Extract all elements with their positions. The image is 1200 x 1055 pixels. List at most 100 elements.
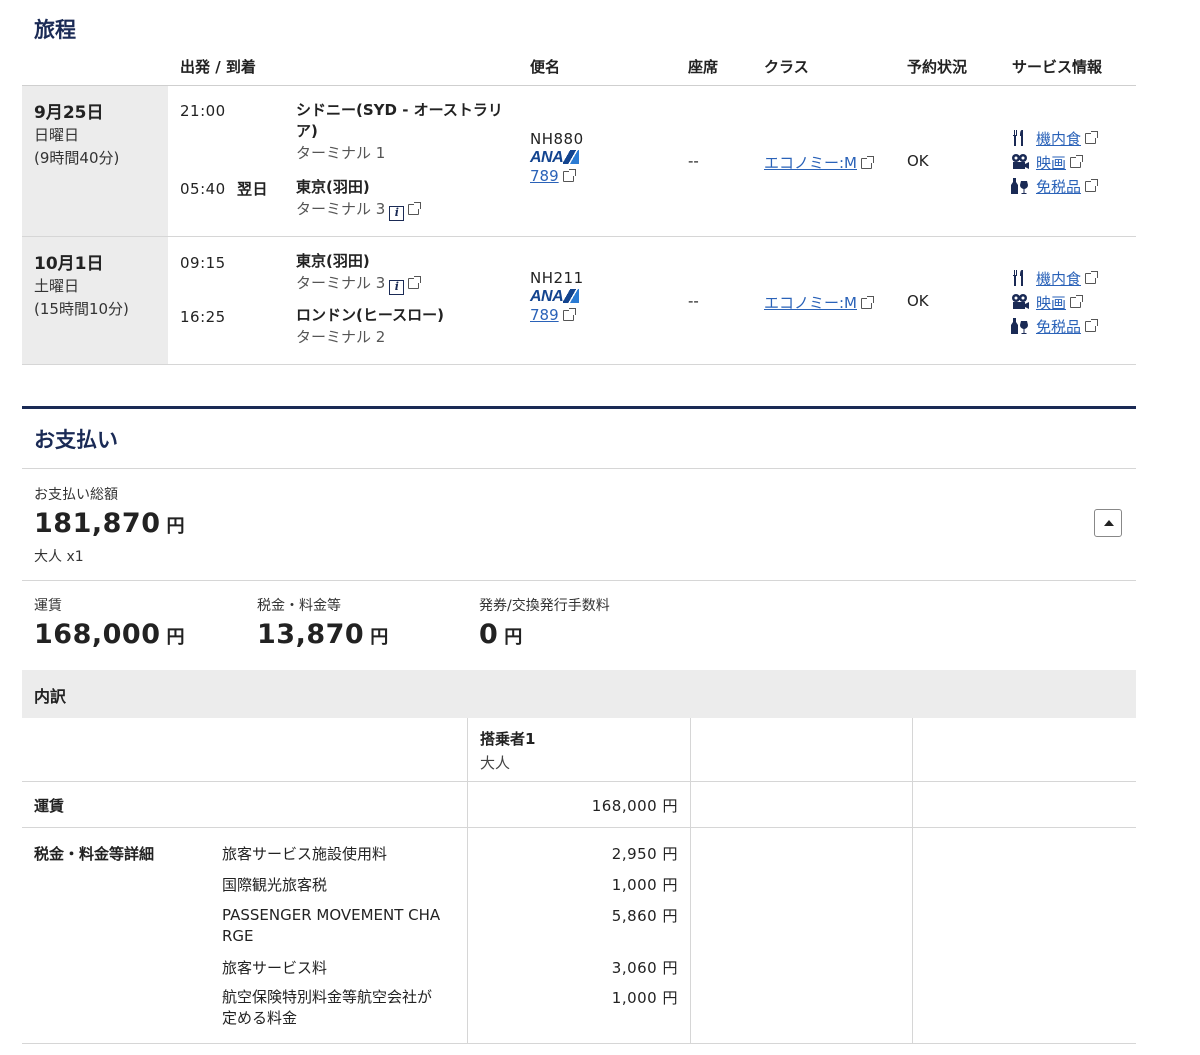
tax-row-label: 税金・料金等詳細 — [34, 845, 155, 863]
col-header-status: 予約状況 — [907, 58, 968, 76]
segment-duration: (9時間40分) — [34, 149, 120, 167]
arrival-time-row: 05:40 翌日 — [180, 178, 268, 199]
external-link-icon — [1085, 270, 1099, 284]
col-header-dep-arr: 出発 / 到着 — [180, 58, 256, 76]
movie-link[interactable]: 映画 — [1010, 150, 1096, 174]
tax-label: 税金・料金等 — [257, 598, 341, 614]
arrival-city: 東京(羽田) — [296, 178, 370, 196]
fare-amount: 168,000 円 — [34, 619, 185, 650]
tax-item-name: 国際観光旅客税 — [222, 876, 328, 894]
collapse-button[interactable] — [1094, 509, 1122, 537]
col-header-class: クラス — [764, 58, 809, 76]
fare-label: 運賃 — [34, 598, 62, 614]
external-link-icon — [861, 156, 874, 169]
col-header-flight: 便名 — [530, 58, 561, 76]
payment-title: お支払い — [34, 428, 118, 452]
departure-city: 東京(羽田) — [296, 252, 370, 270]
departure-terminal: ターミナル 3i — [296, 272, 422, 295]
tax-item-name: PASSENGER MOVEMENT CHA RGE — [222, 906, 441, 945]
external-link-icon — [562, 308, 576, 321]
fare-row-label: 運賃 — [34, 797, 65, 815]
arrival-time: 05:40 — [180, 180, 226, 198]
breakdown-title: 内訳 — [34, 687, 67, 706]
booking-status: OK — [907, 152, 929, 170]
movie-camera-icon — [1012, 294, 1029, 309]
movie-camera-icon — [1012, 154, 1029, 169]
departure-city: シドニー(SYD - オーストラリ ア) — [296, 101, 503, 140]
fee-label: 発券/交換発行手数料 — [479, 598, 610, 614]
total-amount: 181,870 円 — [34, 508, 185, 539]
departure-time: 09:15 — [180, 254, 226, 272]
payment-divider — [22, 406, 1136, 409]
external-link-icon — [408, 276, 422, 289]
fork-knife-icon — [1013, 270, 1023, 286]
arrival-city: ロンドン(ヒースロー) — [296, 306, 444, 324]
fee-amount: 0円 — [479, 619, 523, 650]
segment-date-cell: 10月1日 土曜日 (15時間10分) — [22, 237, 168, 364]
segment-duration: (15時間10分) — [34, 300, 129, 318]
booking-status: OK — [907, 292, 929, 310]
meal-link[interactable]: 機内食 — [1010, 266, 1099, 290]
segment-weekday: 日曜日 — [34, 126, 80, 144]
info-icon[interactable]: i — [389, 206, 405, 221]
passenger-type: 大人 — [480, 754, 511, 772]
passenger-label: 搭乗者1 — [480, 730, 536, 748]
col-header-service: サービス情報 — [1012, 58, 1103, 76]
tax-item-amount: 3,060 円 — [611, 959, 678, 977]
segment-date: 10月1日 — [34, 254, 104, 274]
duty-free-link[interactable]: 免税品 — [1010, 174, 1099, 198]
ana-logo: ANA — [530, 148, 584, 167]
col-divider — [912, 718, 913, 1044]
divider — [22, 827, 1136, 828]
aircraft-link[interactable]: 789 — [530, 306, 584, 324]
segment-date: 9月25日 — [34, 103, 104, 123]
external-link-icon — [562, 169, 576, 182]
duty-free-link[interactable]: 免税品 — [1010, 314, 1099, 338]
tax-item-amount: 1,000 円 — [611, 876, 678, 894]
duty-free-bottle-icon — [1011, 178, 1029, 194]
tax-item-name: 航空保険特別料金等航空会社が 定める料金 — [222, 988, 433, 1027]
aircraft-link[interactable]: 789 — [530, 167, 584, 185]
divider — [22, 468, 1136, 469]
col-divider — [467, 718, 468, 1044]
info-icon[interactable]: i — [389, 280, 405, 295]
tax-item-amount: 2,950 円 — [611, 845, 678, 863]
arrival-time: 16:25 — [180, 308, 226, 326]
divider — [22, 781, 1136, 782]
departure-terminal: ターミナル 1 — [296, 144, 386, 162]
class-link[interactable]: エコノミー:M — [764, 292, 874, 313]
meal-link[interactable]: 機内食 — [1010, 126, 1099, 150]
divider — [22, 1043, 1136, 1044]
segment-weekday: 土曜日 — [34, 277, 80, 295]
passenger-count: 大人 x1 — [34, 549, 84, 565]
movie-link[interactable]: 映画 — [1010, 290, 1096, 314]
flight-number: NH211 — [530, 269, 584, 287]
class-link[interactable]: エコノミー:M — [764, 152, 874, 173]
segment-date-cell: 9月25日 日曜日 (9時間40分) — [22, 86, 168, 236]
tax-item-amount: 5,860 円 — [611, 907, 678, 925]
next-day-label: 翌日 — [237, 180, 269, 198]
external-link-icon — [1085, 130, 1099, 144]
duty-free-bottle-icon — [1011, 318, 1029, 334]
col-divider — [690, 718, 691, 1044]
flight-number: NH880 — [530, 130, 584, 148]
flight-segment: 9月25日 日曜日 (9時間40分) 21:00 シドニー(SYD - オースト… — [22, 86, 1136, 237]
seat-value: -- — [688, 292, 699, 310]
fare-row-amount: 168,000 円 — [591, 797, 678, 815]
external-link-icon — [1070, 294, 1084, 308]
departure-time: 21:00 — [180, 102, 226, 120]
ana-logo: ANA — [530, 287, 584, 306]
tax-item-amount: 1,000 円 — [611, 989, 678, 1007]
divider — [22, 580, 1136, 581]
external-link-icon — [408, 202, 422, 215]
arrival-terminal: ターミナル 3i — [296, 198, 422, 221]
breakdown-header: 内訳 — [22, 670, 1136, 718]
external-link-icon — [861, 296, 874, 309]
fork-knife-icon — [1013, 130, 1023, 146]
total-label: お支払い総額 — [34, 487, 118, 503]
external-link-icon — [1085, 318, 1099, 332]
flight-segment: 10月1日 土曜日 (15時間10分) 09:15 東京(羽田) ターミナル 3… — [22, 237, 1136, 365]
tax-amount: 13,870 円 — [257, 619, 389, 650]
external-link-icon — [1085, 178, 1099, 192]
arrival-terminal: ターミナル 2 — [296, 328, 386, 346]
